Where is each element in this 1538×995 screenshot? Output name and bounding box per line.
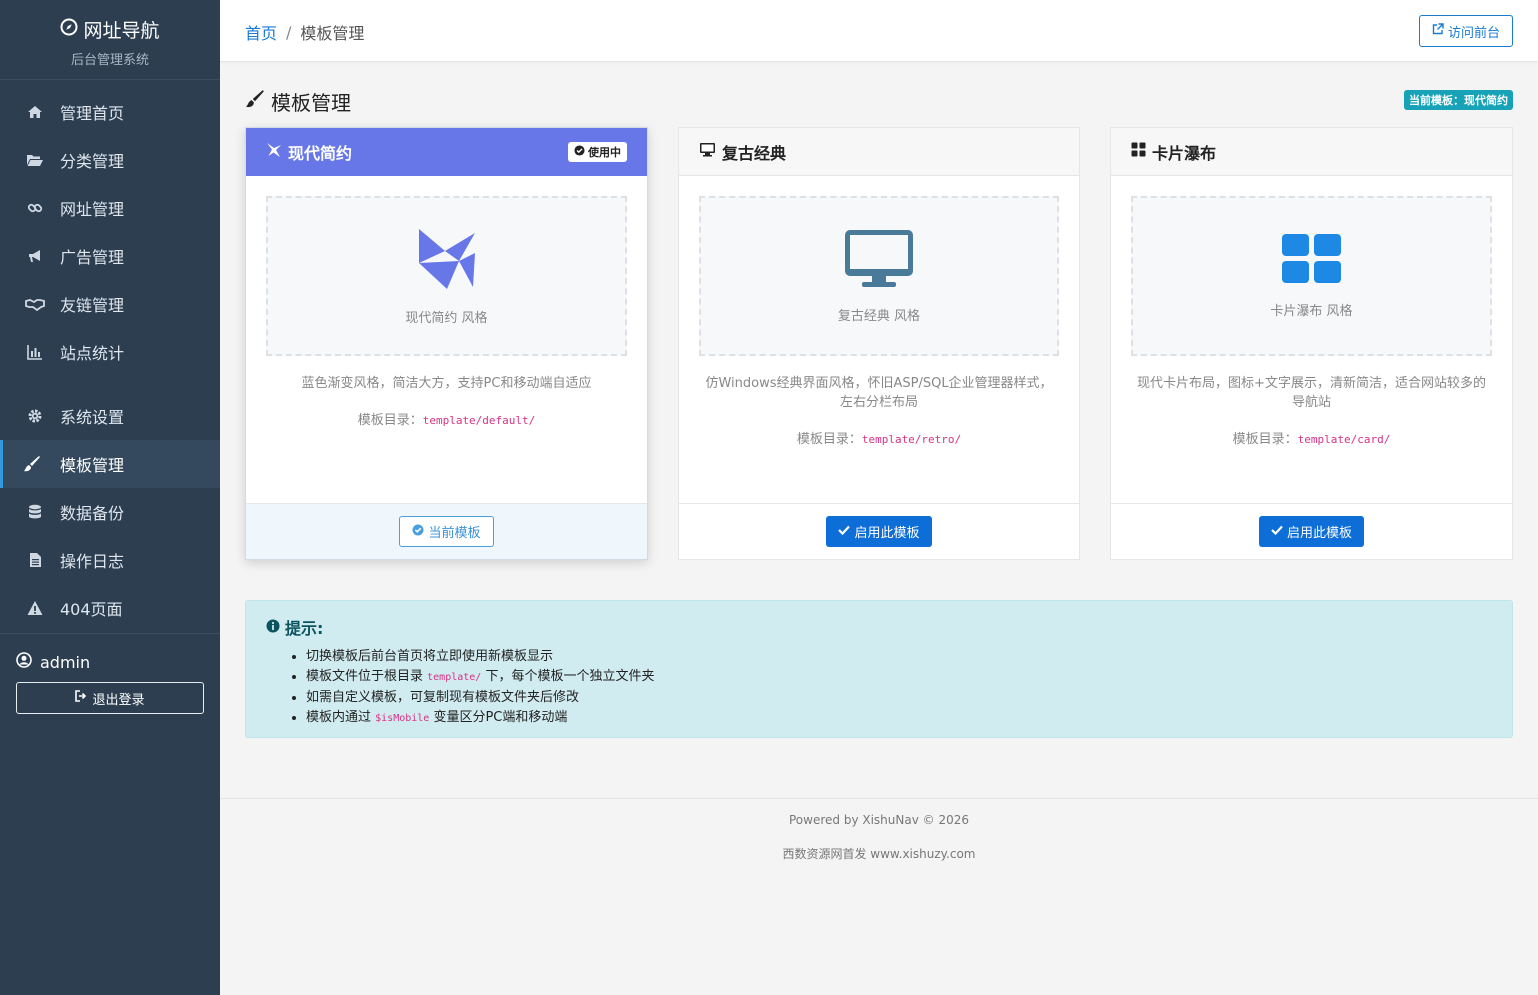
tip-box: 提示: 切换模板后前台首页将立即使用新模板显示 模板文件位于根目录 templa… — [245, 600, 1513, 738]
sidebar-item-logs[interactable]: 操作日志 — [0, 536, 220, 584]
info-circle-icon — [266, 618, 280, 637]
bar-chart-icon — [25, 342, 45, 362]
check-icon — [1271, 524, 1283, 539]
sidebar-item-stats[interactable]: 站点统计 — [0, 328, 220, 376]
template-name: 复古经典 — [722, 143, 787, 163]
breadcrumb-current: 模板管理 — [300, 24, 365, 43]
check-circle-icon — [412, 524, 424, 540]
handshake-icon — [25, 294, 45, 314]
template-preview: 复古经典 风格 — [699, 196, 1059, 356]
monitor-icon — [844, 229, 914, 293]
template-directory: 模板目录：template/default/ — [357, 413, 536, 428]
preview-label: 复古经典 风格 — [837, 308, 921, 324]
card-header: 复古经典 — [679, 128, 1079, 176]
template-card-retro: 复古经典 复古经典 风格 仿Windows经典界面风格，怀旧ASP/SQL企业管… — [678, 127, 1080, 560]
template-directory: 模板目录：template/retro/ — [796, 432, 962, 447]
breadcrumb-home-link[interactable]: 首页 — [245, 20, 277, 44]
pinwheel-icon — [266, 142, 282, 162]
template-card-default: 现代简约 使用中 现代简约 风格 蓝色渐变风格，简洁大方，支持PC和移动端自适应… — [245, 127, 648, 560]
source-text[interactable]: 西数资源网首发 www.xishuzy.com — [220, 845, 1538, 862]
tip-title: 提示: — [266, 615, 1492, 639]
user-info: admin — [16, 652, 204, 672]
card-header: 卡片瀑布 — [1111, 128, 1512, 176]
breadcrumb-separator: / — [286, 22, 292, 42]
sidebar-item-templates[interactable]: 模板管理 — [0, 440, 220, 488]
current-template-button[interactable]: 当前模板 — [399, 516, 494, 547]
visit-frontend-button[interactable]: 访问前台 — [1418, 15, 1513, 47]
monitor-icon — [699, 142, 716, 161]
paint-brush-icon — [245, 89, 265, 114]
sidebar-item-friendlinks[interactable]: 友链管理 — [0, 280, 220, 328]
tip-item: 模板内通过 $isMobile 变量区分PC端和移动端 — [306, 708, 1492, 729]
check-icon — [838, 524, 851, 539]
tip-item: 切换模板后前台首页将立即使用新模板显示 — [306, 647, 1492, 667]
sidebar-item-urls[interactable]: 网址管理 — [0, 184, 220, 232]
template-name: 现代简约 — [288, 143, 353, 163]
brand-title[interactable]: 网址导航 — [0, 16, 220, 43]
check-circle-icon — [574, 144, 585, 159]
pinwheel-icon — [417, 227, 477, 295]
warning-icon — [25, 598, 45, 618]
paint-brush-icon — [22, 454, 42, 474]
file-text-icon — [25, 550, 45, 570]
username: admin — [40, 652, 91, 672]
template-path: template/retro/ — [861, 433, 962, 446]
current-template-badge: 当前模板：现代简约 — [1404, 90, 1513, 110]
apply-template-button-retro[interactable]: 启用此模板 — [826, 516, 932, 547]
brand: 网址导航 后台管理系统 — [0, 0, 220, 80]
home-icon — [25, 102, 45, 122]
page-title: 模板管理 — [245, 87, 351, 116]
in-use-badge: 使用中 — [568, 141, 627, 162]
powered-by-text: Powered by XishuNav © 2026 — [789, 813, 969, 827]
template-description: 蓝色渐变风格，简洁大方，支持PC和移动端自适应 — [301, 376, 592, 391]
sidebar-item-settings[interactable]: 系统设置 — [0, 392, 220, 440]
bullhorn-icon — [25, 246, 45, 266]
template-card-card: 卡片瀑布 卡片瀑布 风格 现代卡片布局，图标+文字展示，清新简洁，适合网站较多的… — [1110, 127, 1513, 560]
tip-list: 切换模板后前台首页将立即使用新模板显示 模板文件位于根目录 template/ … — [266, 647, 1492, 729]
gear-icon — [25, 406, 45, 426]
logout-button[interactable]: 退出登录 — [16, 682, 204, 714]
brand-subtitle: 后台管理系统 — [70, 53, 149, 68]
card-header: 现代简约 使用中 — [246, 128, 647, 176]
sidebar-nav: 管理首页 分类管理 网址管理 广告管理 友链管理 站点统计 系统设置 模板管理 … — [0, 80, 220, 632]
user-area: admin 退出登录 — [0, 633, 220, 714]
tip-item: 如需自定义模板，可复制现有模板文件夹后修改 — [306, 688, 1492, 708]
preview-label: 卡片瀑布 风格 — [1270, 303, 1353, 319]
tip-item: 模板文件位于根目录 template/ 下，每个模板一个独立文件夹 — [306, 667, 1492, 688]
link-icon — [25, 198, 45, 218]
top-header: 首页 / 模板管理 访问前台 — [220, 0, 1538, 62]
database-icon — [25, 502, 45, 522]
card-footer: 当前模板 — [246, 503, 647, 559]
template-path: template/default/ — [422, 414, 536, 427]
user-circle-icon — [16, 652, 32, 672]
grid-icon — [1131, 142, 1146, 161]
compass-icon — [60, 18, 78, 41]
sidebar: 网址导航 后台管理系统 管理首页 分类管理 网址管理 广告管理 友链管理 站点统… — [0, 0, 220, 995]
card-footer: 启用此模板 — [679, 503, 1079, 559]
template-directory: 模板目录：template/card/ — [1232, 432, 1391, 447]
breadcrumb: 首页 / 模板管理 — [245, 20, 364, 44]
sidebar-item-404[interactable]: 404页面 — [0, 584, 220, 632]
preview-label: 现代简约 风格 — [405, 310, 488, 326]
external-link-icon — [1432, 23, 1444, 39]
template-name: 卡片瀑布 — [1152, 143, 1217, 163]
sidebar-item-home[interactable]: 管理首页 — [0, 88, 220, 136]
sidebar-item-backup[interactable]: 数据备份 — [0, 488, 220, 536]
template-path: template/card/ — [1297, 433, 1391, 446]
sidebar-item-categories[interactable]: 分类管理 — [0, 136, 220, 184]
card-footer: 启用此模板 — [1111, 503, 1512, 559]
grid-icon — [1281, 233, 1342, 288]
template-description: 现代卡片布局，图标+文字展示，清新简洁，适合网站较多的导航站 — [1137, 376, 1486, 410]
template-preview: 现代简约 风格 — [266, 196, 627, 356]
template-description: 仿Windows经典界面风格，怀旧ASP/SQL企业管理器样式，左右分栏布局 — [705, 376, 1053, 410]
page-footer: Powered by XishuNav © 2026 西数资源网首发 www.x… — [220, 798, 1538, 862]
sidebar-item-ads[interactable]: 广告管理 — [0, 232, 220, 280]
folder-open-icon — [25, 150, 45, 170]
apply-template-button-card[interactable]: 启用此模板 — [1258, 516, 1364, 547]
sign-out-icon — [75, 690, 87, 706]
template-preview: 卡片瀑布 风格 — [1131, 196, 1492, 356]
